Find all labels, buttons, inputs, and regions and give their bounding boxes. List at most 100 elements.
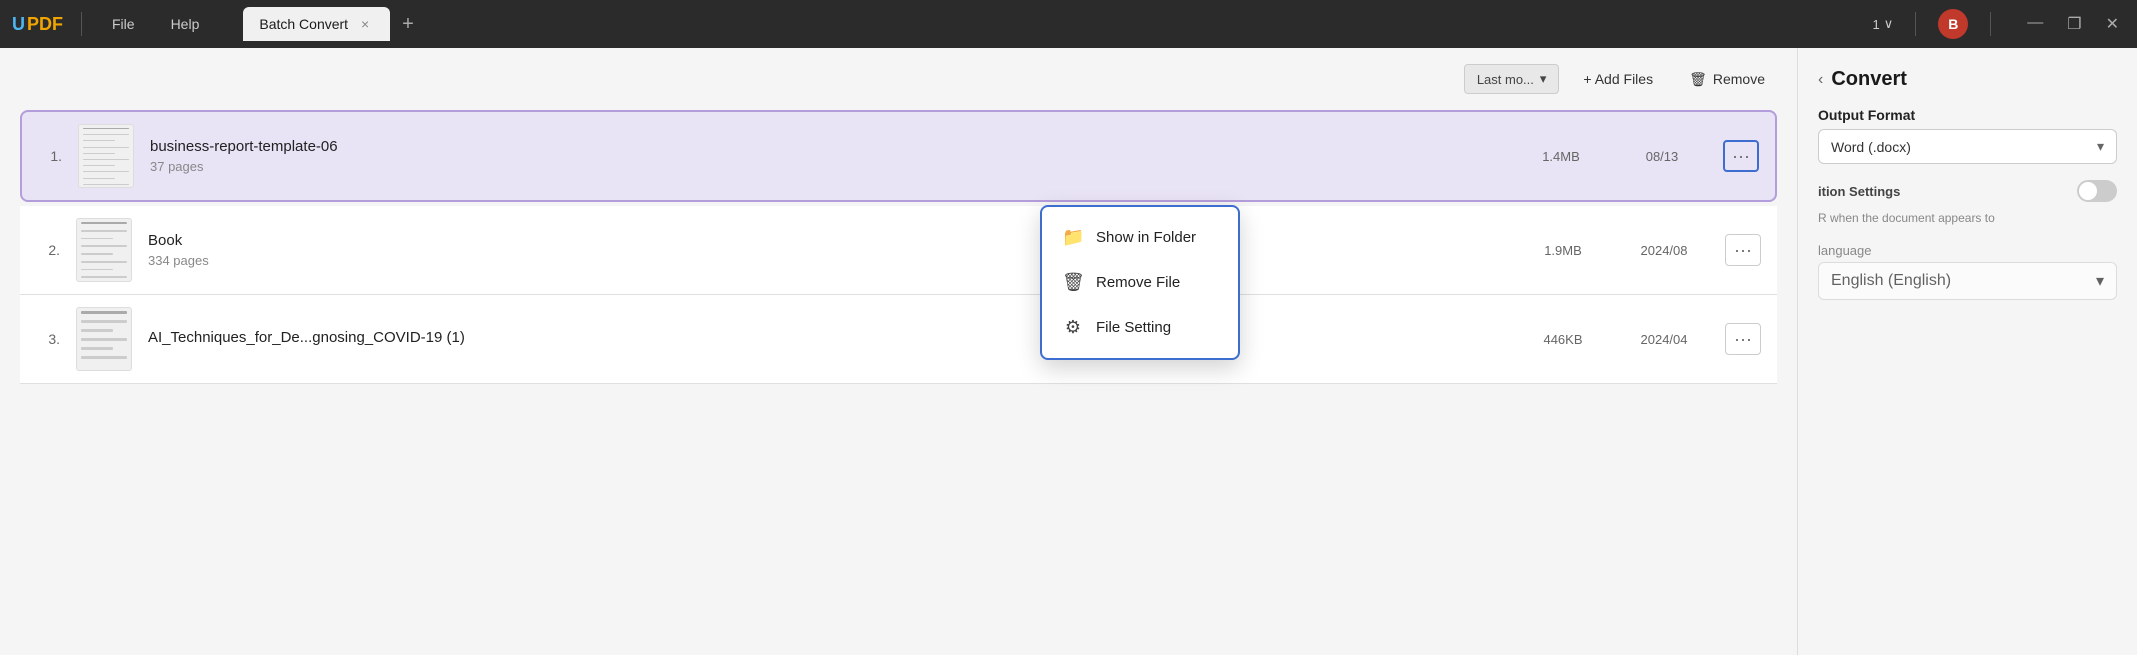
toggle-knob [2079, 182, 2097, 200]
file-name: Book [148, 232, 1507, 249]
user-avatar[interactable]: B [1938, 9, 1968, 39]
recognition-header: ition Settings [1818, 180, 2117, 202]
file-thumbnail [76, 218, 132, 282]
context-menu: 📁 Show in Folder 🗑 Remove File ⚙ File Se… [1040, 205, 1240, 360]
thumb-line [81, 269, 113, 271]
main-content: Last mo... ▾ + Add Files 🗑 Remove 1. [0, 48, 2137, 655]
gear-icon: ⚙ [1062, 317, 1084, 338]
thumb-line [81, 329, 113, 332]
thumb-line [81, 238, 113, 240]
format-select[interactable]: Word (.docx) ▾ [1818, 129, 2117, 164]
logo-u: U [12, 14, 25, 35]
file-thumbnail [78, 124, 134, 188]
show-in-folder-label: Show in Folder [1096, 229, 1196, 246]
panel-header: ‹ Convert [1818, 68, 2117, 91]
tab-label: Batch Convert [259, 16, 348, 32]
maximize-button[interactable]: ❐ [2061, 12, 2087, 36]
tab-close-button[interactable]: × [356, 15, 374, 33]
remove-file-label: Remove File [1096, 274, 1180, 291]
file-setting-item[interactable]: ⚙ File Setting [1042, 305, 1238, 350]
thumb-line [81, 276, 127, 278]
language-select[interactable]: English (English) ▾ [1818, 262, 2117, 300]
recognition-section: ition Settings R when the document appea… [1818, 180, 2117, 227]
menu-file[interactable]: File [100, 12, 147, 36]
file-size: 1.4MB [1521, 149, 1601, 164]
sort-chevron-icon: ▾ [1540, 71, 1547, 87]
recognition-toggle[interactable] [2077, 180, 2117, 202]
tab-batch-convert[interactable]: Batch Convert × [243, 7, 390, 41]
tab-area: Batch Convert × + [243, 7, 1860, 41]
sort-label: Last mo... [1477, 72, 1534, 87]
output-format-section: Output Format Word (.docx) ▾ [1818, 107, 2117, 164]
format-chevron-icon: ▾ [2097, 138, 2104, 155]
titlebar-divider [81, 12, 82, 36]
file-list: 1. business-report-template-06 37 pages [20, 110, 1777, 384]
add-files-button[interactable]: + Add Files [1571, 65, 1665, 93]
logo-pdf: PDF [27, 14, 63, 35]
table-row: 3. AI_Techniques_for_De...gnosing_COVID-… [20, 295, 1777, 384]
thumb-line [81, 356, 127, 359]
thumb-line [81, 261, 127, 263]
thumb-line [81, 320, 127, 323]
new-tab-button[interactable]: + [394, 13, 422, 36]
app-logo: UPDF [12, 14, 63, 35]
file-setting-label: File Setting [1096, 319, 1171, 336]
file-pages: 334 pages [148, 253, 1507, 268]
trash-icon: 🗑 [1689, 71, 1707, 88]
file-date: 08/13 [1617, 149, 1707, 164]
titlebar-controls-divider [1990, 12, 1991, 36]
titlebar-right: 1 ∨ B — ❐ ✕ [1873, 9, 2126, 39]
minimize-button[interactable]: — [2021, 12, 2049, 36]
thumb-line [81, 338, 127, 341]
thumb-line [81, 222, 127, 224]
right-panel: ‹ Convert Output Format Word (.docx) ▾ i… [1797, 48, 2137, 655]
recognition-desc: R when the document appears to [1818, 210, 2117, 227]
file-size: 1.9MB [1523, 243, 1603, 258]
file-thumbnail [76, 307, 132, 371]
file-more-button[interactable]: ··· [1723, 140, 1759, 172]
sort-button[interactable]: Last mo... ▾ [1464, 64, 1560, 94]
table-row: 2. Book 334 pages 1.9MB 2024/08 [20, 206, 1777, 295]
tab-count-number: 1 [1873, 17, 1880, 32]
file-date: 2024/08 [1619, 243, 1709, 258]
thumb-line [81, 245, 127, 247]
thumb-line [81, 253, 113, 255]
file-date: 2024/04 [1619, 332, 1709, 347]
file-more-button[interactable]: ··· [1725, 323, 1761, 355]
remove-file-item[interactable]: 🗑 Remove File [1042, 260, 1238, 305]
tab-count: 1 ∨ [1873, 16, 1894, 32]
add-files-label: + Add Files [1583, 71, 1653, 87]
remove-button[interactable]: 🗑 Remove [1677, 65, 1777, 94]
remove-label: Remove [1713, 71, 1765, 87]
thumb-line [81, 230, 127, 232]
language-value: English (English) [1831, 272, 1951, 290]
file-name: business-report-template-06 [150, 138, 1505, 155]
toolbar: Last mo... ▾ + Add Files 🗑 Remove [20, 64, 1777, 94]
language-label: language [1818, 243, 2117, 258]
thumb-line [81, 347, 113, 350]
file-more-button[interactable]: ··· [1725, 234, 1761, 266]
language-chevron-icon: ▾ [2096, 271, 2104, 291]
file-name: AI_Techniques_for_De...gnosing_COVID-19 … [148, 329, 1507, 346]
language-section: language English (English) ▾ [1818, 243, 2117, 300]
back-button[interactable]: ‹ [1818, 71, 1823, 89]
chevron-down-icon[interactable]: ∨ [1884, 16, 1894, 32]
menu-help[interactable]: Help [159, 12, 212, 36]
thumb-line [81, 311, 127, 314]
trash-icon: 🗑 [1062, 272, 1084, 293]
file-info: Book 334 pages [148, 232, 1507, 268]
format-value: Word (.docx) [1831, 139, 1911, 155]
row-number: 3. [36, 331, 60, 347]
file-pages: 37 pages [150, 159, 1505, 174]
titlebar-right-divider [1915, 12, 1916, 36]
show-in-folder-item[interactable]: 📁 Show in Folder [1042, 215, 1238, 260]
file-info: business-report-template-06 37 pages [150, 138, 1505, 174]
file-info: AI_Techniques_for_De...gnosing_COVID-19 … [148, 329, 1507, 350]
table-row: 1. business-report-template-06 37 pages [20, 110, 1777, 202]
panel-title: Convert [1831, 68, 1907, 91]
output-format-label: Output Format [1818, 107, 2117, 123]
row-number: 2. [36, 242, 60, 258]
file-size: 446KB [1523, 332, 1603, 347]
close-button[interactable]: ✕ [2100, 12, 2125, 36]
titlebar: UPDF File Help Batch Convert × + 1 ∨ B —… [0, 0, 2137, 48]
